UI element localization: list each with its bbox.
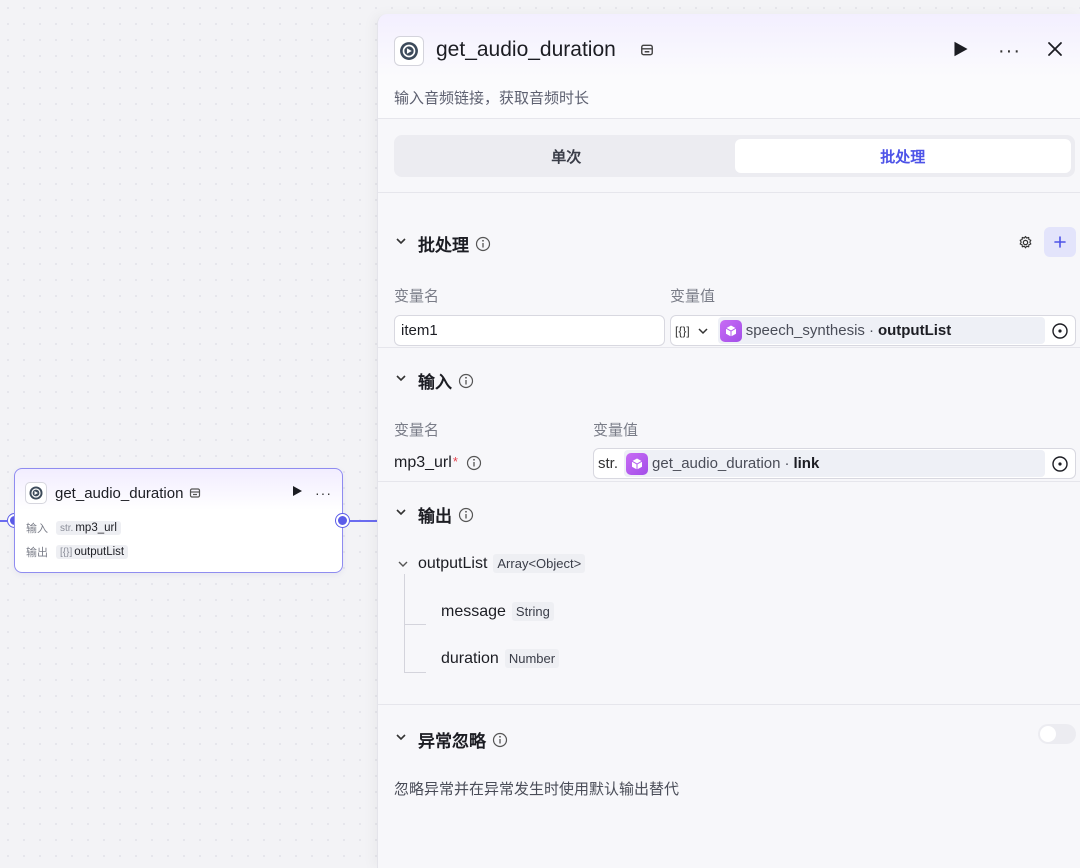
input-ref-source: get_audio_duration — [652, 455, 781, 472]
batch-ref-key: outputList — [877, 322, 952, 339]
panel-title: get_audio_duration — [436, 38, 616, 61]
node-output-value: outputList — [74, 546, 125, 558]
node-input-label: 输入 — [26, 523, 48, 535]
batch-section-title: 批处理 — [418, 236, 469, 255]
store-icon — [640, 43, 654, 62]
store-icon — [189, 487, 201, 499]
array-object-type-prefix[interactable]: [{}] — [675, 324, 690, 338]
target-icon[interactable] — [1045, 316, 1075, 345]
exception-section-header[interactable]: 异常忽略 — [394, 727, 508, 752]
batch-reference-chip[interactable]: speech_synthesis · outputList — [717, 317, 1045, 344]
node-cube-icon — [626, 452, 649, 475]
output-section-header[interactable]: 输出 — [394, 502, 474, 527]
input-section-header[interactable]: 输入 — [394, 368, 474, 393]
tree-connector — [404, 574, 405, 672]
exception-description: 忽略异常并在异常发生时使用默认输出替代 — [394, 781, 680, 798]
info-icon[interactable] — [458, 373, 474, 389]
output-root-type: Array<Object> — [493, 554, 586, 573]
input-section: 输入 变量名 变量值 mp3_url * str. get_audio_dura… — [378, 348, 1080, 482]
add-button[interactable] — [1044, 227, 1076, 257]
chevron-down-icon[interactable] — [394, 234, 408, 253]
info-icon[interactable] — [475, 236, 491, 252]
panel-description: 输入音频链接，获取音频时长 — [394, 90, 590, 107]
col-var-value-label: 变量值 — [670, 288, 716, 305]
node-input-value: mp3_url — [75, 522, 117, 534]
batch-var-value-field[interactable]: [{}] speech_synthesis · outputList — [670, 315, 1076, 346]
output-tree-child: duration Number — [441, 649, 560, 668]
node-title: get_audio_duration — [55, 484, 184, 502]
col-var-name-label: 变量名 — [394, 422, 440, 439]
batch-ref-source: speech_synthesis — [745, 322, 865, 339]
run-icon[interactable] — [292, 484, 303, 502]
tree-connector — [404, 672, 426, 673]
tab-batch[interactable]: 批处理 — [734, 139, 1071, 173]
output-child-type: Number — [504, 649, 560, 668]
output-child-type: String — [511, 602, 554, 621]
node-input-row: 输入 str. mp3_url — [26, 520, 121, 536]
batch-var-name-input[interactable]: item1 — [394, 315, 665, 346]
tab-single[interactable]: 单次 — [398, 139, 735, 173]
info-icon[interactable] — [458, 507, 474, 523]
chevron-down-icon[interactable] — [394, 730, 408, 749]
more-icon[interactable]: ··· — [998, 40, 1021, 63]
input-section-title: 输入 — [418, 373, 452, 392]
chevron-down-icon[interactable] — [396, 557, 410, 571]
str-type-prefix: str. — [60, 522, 74, 534]
target-icon[interactable] — [1045, 449, 1075, 478]
tree-connector — [404, 624, 426, 625]
input-param-name: mp3_url * — [394, 454, 482, 472]
batch-section-header[interactable]: 批处理 — [394, 231, 491, 256]
output-section-title: 输出 — [418, 507, 452, 526]
plugin-icon — [394, 36, 424, 66]
col-var-name-label: 变量名 — [394, 288, 440, 305]
settings-gear-icon[interactable] — [1018, 235, 1033, 255]
run-icon[interactable] — [953, 40, 969, 63]
node-output-tag: [{}] outputList — [56, 545, 129, 559]
input-value-field[interactable]: str. get_audio_duration · link — [593, 448, 1076, 479]
info-icon[interactable] — [466, 455, 482, 471]
input-reference-chip[interactable]: get_audio_duration · link — [624, 450, 1045, 477]
connection-edge-in — [0, 520, 8, 522]
mode-tabs: 单次 批处理 — [394, 135, 1075, 177]
node-input-tag: str. mp3_url — [56, 521, 121, 535]
node-settings-panel: get_audio_duration ··· 输入音频链接，获取音频时长 单次 … — [377, 14, 1080, 868]
chevron-down-icon[interactable] — [696, 324, 710, 338]
node-output-label: 输出 — [26, 547, 48, 559]
batch-section: 批处理 变量名 变量值 item1 [{}] speech_synthesis … — [378, 193, 1080, 348]
exception-section-title: 异常忽略 — [418, 732, 486, 751]
output-section: 输出 outputList Array<Object> message Stri… — [378, 482, 1080, 705]
param-name-text: mp3_url — [394, 454, 452, 471]
node-output-port[interactable] — [336, 514, 349, 527]
info-icon[interactable] — [492, 732, 508, 748]
canvas-node-get-audio-duration[interactable]: get_audio_duration ··· 输入 str. mp3_url 输… — [14, 468, 343, 573]
batch-ref-dot: · — [868, 322, 874, 339]
mode-tabs-container: 单次 批处理 — [378, 119, 1080, 193]
connection-edge-out — [349, 520, 377, 522]
input-ref-key: link — [793, 455, 820, 472]
output-tree-child: message String — [441, 602, 554, 621]
node-output-row: 输出 [{}] outputList — [26, 544, 129, 560]
chevron-down-icon[interactable] — [394, 371, 408, 390]
str-type-prefix[interactable]: str. — [598, 455, 618, 472]
node-cube-icon — [719, 319, 742, 342]
batch-var-name-value: item1 — [401, 322, 438, 339]
output-child-name: duration — [441, 649, 499, 667]
array-object-type-prefix: [{}] — [60, 546, 73, 558]
input-ref-dot: · — [784, 455, 790, 472]
required-mark: * — [452, 454, 458, 469]
output-tree-root: outputList Array<Object> — [396, 554, 586, 573]
close-icon[interactable] — [1046, 40, 1064, 63]
exception-ignore-toggle[interactable] — [1038, 724, 1076, 744]
col-var-value-label: 变量值 — [593, 422, 639, 439]
plugin-icon — [25, 482, 47, 504]
exception-section: 异常忽略 忽略异常并在异常发生时使用默认输出替代 — [378, 705, 1080, 868]
more-icon[interactable]: ··· — [315, 485, 332, 501]
output-child-name: message — [441, 602, 506, 620]
output-root-name: outputList — [418, 554, 488, 572]
panel-header: get_audio_duration ··· 输入音频链接，获取音频时长 — [378, 14, 1080, 119]
chevron-down-icon[interactable] — [394, 505, 408, 524]
